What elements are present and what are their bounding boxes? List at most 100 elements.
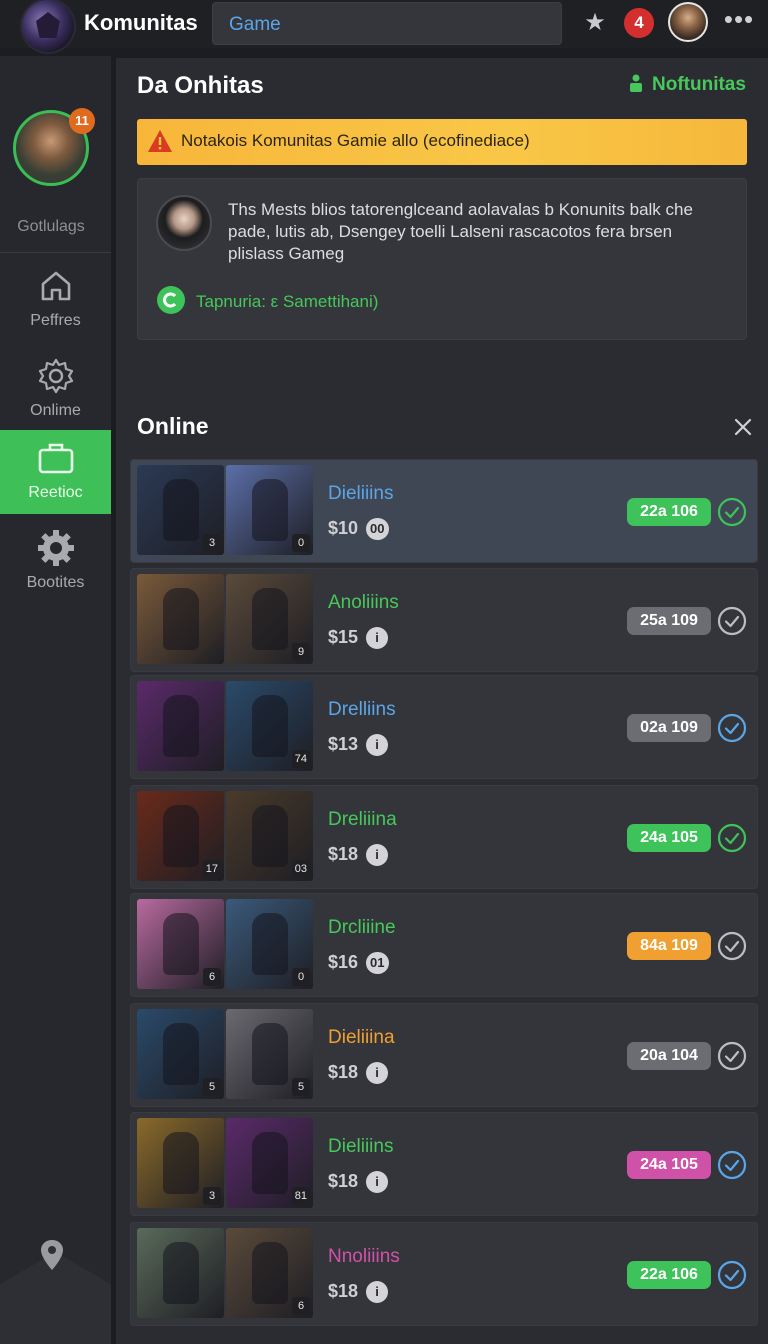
sidebar-item-peffres[interactable]: Peffres bbox=[0, 258, 111, 342]
thumbnail-badge: 3 bbox=[203, 534, 221, 552]
sidebar-item-onlime[interactable]: Onlime bbox=[0, 348, 111, 432]
game-thumbnail[interactable] bbox=[137, 681, 224, 771]
list-item[interactable]: 9 Anoliiins $15 i 25a 109 bbox=[130, 568, 758, 672]
info-badge: i bbox=[366, 1281, 389, 1303]
item-name[interactable]: Nnoliiins bbox=[328, 1246, 400, 1268]
briefcase-icon bbox=[38, 443, 73, 474]
character-art bbox=[252, 1132, 288, 1194]
thumbnail-badge: 6 bbox=[203, 968, 221, 986]
star-icon[interactable]: ★ bbox=[582, 10, 608, 36]
item-price: $15 i bbox=[328, 627, 389, 649]
item-name[interactable]: Dieliiins bbox=[328, 1136, 393, 1158]
item-price: $10 00 bbox=[328, 518, 389, 540]
price-value: $10 bbox=[328, 518, 359, 538]
status-pill[interactable]: 24a 105 bbox=[627, 824, 711, 852]
check-circle-icon[interactable] bbox=[717, 1041, 747, 1071]
info-badge: 00 bbox=[366, 518, 389, 540]
status-pill[interactable]: 84a 109 bbox=[627, 932, 711, 960]
people-icon bbox=[630, 74, 642, 92]
post-card: Ths Mests blios tatorenglceand aolavalas… bbox=[137, 178, 747, 340]
thumbnail-badge: 0 bbox=[292, 534, 310, 552]
game-thumbnail[interactable]: 74 bbox=[226, 681, 313, 771]
game-thumbnail[interactable] bbox=[137, 574, 224, 664]
status-pill[interactable]: 22a 106 bbox=[627, 498, 711, 526]
game-thumbnail[interactable]: 6 bbox=[137, 899, 224, 989]
list-item[interactable]: 3 81 Dieliiins $18 i 24a 105 bbox=[130, 1112, 758, 1216]
game-thumbnail[interactable]: 5 bbox=[137, 1009, 224, 1099]
close-icon[interactable] bbox=[732, 416, 754, 438]
item-name[interactable]: Anoliiins bbox=[328, 592, 399, 614]
game-thumbnail[interactable]: 3 bbox=[137, 465, 224, 555]
list-item[interactable]: 5 5 Dieliiina $18 i 20a 104 bbox=[130, 1003, 758, 1107]
search-input[interactable]: Game bbox=[212, 2, 562, 45]
check-circle-icon[interactable] bbox=[717, 1260, 747, 1290]
thumbnail-badge: 6 bbox=[292, 1297, 310, 1315]
info-badge: i bbox=[366, 1062, 389, 1084]
thumbnail-badge: 5 bbox=[203, 1078, 221, 1096]
game-thumbnail[interactable]: 3 bbox=[137, 1118, 224, 1208]
game-thumbnail[interactable]: 0 bbox=[226, 899, 313, 989]
price-value: $16 bbox=[328, 952, 359, 972]
item-name[interactable]: Dieliiina bbox=[328, 1027, 395, 1049]
item-price: $18 i bbox=[328, 1062, 389, 1084]
game-thumbnail[interactable]: 5 bbox=[226, 1009, 313, 1099]
thumbnail-badge: 03 bbox=[291, 860, 310, 878]
status-pill[interactable]: 22a 106 bbox=[627, 1261, 711, 1289]
item-name[interactable]: Drelliins bbox=[328, 699, 396, 721]
list-item[interactable]: 3 0 Dieliiins $10 00 22a 106 bbox=[130, 459, 758, 563]
game-thumbnail[interactable]: 17 bbox=[137, 791, 224, 881]
check-circle-icon[interactable] bbox=[717, 823, 747, 853]
game-thumbnail[interactable]: 6 bbox=[226, 1228, 313, 1318]
status-pill[interactable]: 20a 104 bbox=[627, 1042, 711, 1070]
list-item[interactable]: 17 03 Dreliiina $18 i 24a 105 bbox=[130, 785, 758, 889]
warning-icon bbox=[148, 130, 172, 152]
thumbnail-badge: 5 bbox=[292, 1078, 310, 1096]
thumbnail-badge: 74 bbox=[291, 750, 310, 768]
character-art bbox=[252, 805, 288, 867]
character-art bbox=[252, 695, 288, 757]
notification-badge[interactable]: 4 bbox=[624, 8, 654, 38]
sidebar-item-label: Peffres bbox=[30, 312, 81, 329]
status-pill[interactable]: 02a 109 bbox=[627, 714, 711, 742]
game-thumbnail[interactable]: 81 bbox=[226, 1118, 313, 1208]
game-thumbnail[interactable]: 0 bbox=[226, 465, 313, 555]
game-thumbnail[interactable]: 03 bbox=[226, 791, 313, 881]
status-pill[interactable]: 25a 109 bbox=[627, 607, 711, 635]
item-price: $18 i bbox=[328, 1171, 389, 1193]
check-circle-icon[interactable] bbox=[717, 713, 747, 743]
check-circle-icon[interactable] bbox=[717, 931, 747, 961]
item-name[interactable]: Drcliiine bbox=[328, 917, 396, 939]
list-item[interactable]: 74 Drelliins $13 i 02a 109 bbox=[130, 675, 758, 779]
reply-link[interactable]: Tapnuria: ε Samettihani) bbox=[156, 285, 378, 315]
check-circle-icon[interactable] bbox=[717, 1150, 747, 1180]
status-pill[interactable]: 24a 105 bbox=[627, 1151, 711, 1179]
character-art bbox=[163, 588, 199, 650]
check-circle-icon[interactable] bbox=[717, 606, 747, 636]
avatar-badge: 11 bbox=[69, 108, 95, 134]
game-thumbnail[interactable] bbox=[137, 1228, 224, 1318]
character-art bbox=[163, 805, 199, 867]
location-pin-icon[interactable] bbox=[38, 1238, 66, 1272]
post-text: Ths Mests blios tatorenglceand aolavalas… bbox=[228, 200, 693, 263]
game-thumbnail[interactable]: 9 bbox=[226, 574, 313, 664]
sidebar-item-reetioc[interactable]: Reetioc bbox=[0, 430, 111, 514]
user-avatar[interactable] bbox=[668, 2, 708, 42]
list-item[interactable]: 6 Nnoliiins $18 i 22a 106 bbox=[130, 1222, 758, 1326]
sidebar-divider bbox=[0, 252, 111, 253]
post-author-avatar[interactable] bbox=[156, 195, 212, 251]
item-price: $16 01 bbox=[328, 952, 389, 974]
profile-username: Gotlulags bbox=[17, 218, 85, 235]
communities-link[interactable]: Noftunitas bbox=[628, 74, 746, 96]
item-name[interactable]: Dreliiina bbox=[328, 809, 397, 831]
info-badge: i bbox=[366, 627, 389, 649]
item-name[interactable]: Dieliiins bbox=[328, 483, 393, 505]
app-logo[interactable] bbox=[22, 0, 74, 52]
sidebar-item-bootites[interactable]: Bootites bbox=[0, 520, 111, 604]
home-icon bbox=[41, 271, 70, 301]
price-value: $18 bbox=[328, 1171, 359, 1191]
info-badge: i bbox=[366, 734, 389, 756]
sidebar-item-label: Bootites bbox=[26, 574, 85, 591]
more-options-icon[interactable]: ••• bbox=[722, 6, 756, 36]
check-circle-icon[interactable] bbox=[717, 497, 747, 527]
list-item[interactable]: 6 0 Drcliiine $16 01 84a 109 bbox=[130, 893, 758, 997]
